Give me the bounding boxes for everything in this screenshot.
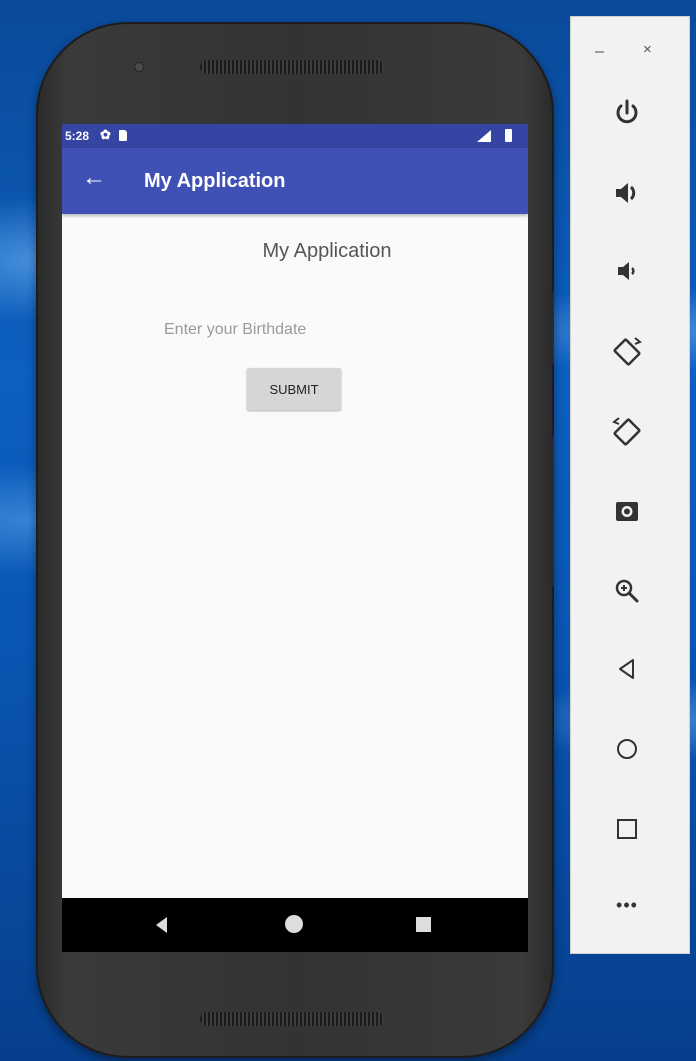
zoom-button[interactable] (599, 563, 655, 619)
back-arrow-icon[interactable]: ← (82, 166, 106, 190)
page-heading: My Application (262, 240, 392, 262)
power-side-button (548, 292, 554, 364)
app-bar: ← My Application (62, 148, 528, 214)
more-button[interactable]: ••• (599, 877, 655, 933)
emulator-toolbar: – × ••• (570, 16, 690, 954)
power-button[interactable] (599, 85, 655, 141)
nav-back-icon[interactable] (156, 917, 167, 933)
back-button[interactable] (599, 641, 655, 697)
status-time: 5:28 (65, 129, 90, 143)
nav-recents-icon[interactable] (416, 917, 431, 932)
volume-up-button[interactable] (599, 165, 655, 221)
main-content: My Application SUBMIT (62, 214, 528, 862)
device-screen: 5:28 ✿ ← My Application My Application S… (62, 124, 528, 952)
camera-icon (616, 502, 638, 521)
minimize-button[interactable]: – (595, 43, 604, 61)
top-speaker-grille (200, 60, 384, 74)
back-icon (619, 659, 634, 679)
volume-down-icon (618, 262, 635, 280)
rotate-left-icon (613, 337, 642, 366)
close-button[interactable]: × (643, 41, 652, 58)
volume-up-icon (616, 183, 636, 203)
app-bar-title: My Application (144, 170, 286, 192)
navigation-bar (62, 898, 528, 952)
volume-side-button (548, 436, 554, 586)
rotate-left-button[interactable] (599, 323, 655, 379)
settings-gear-icon: ✿ (100, 127, 111, 142)
home-button[interactable] (599, 721, 655, 777)
nav-home-icon[interactable] (285, 915, 303, 933)
sd-card-icon (119, 130, 127, 141)
bottom-speaker-grille (200, 1012, 384, 1026)
home-icon (617, 739, 637, 759)
birthdate-input[interactable] (164, 318, 424, 342)
status-bar: 5:28 ✿ (62, 124, 528, 148)
power-icon (616, 99, 638, 124)
volume-down-button[interactable] (599, 243, 655, 299)
front-camera (135, 63, 143, 71)
more-icon: ••• (616, 894, 638, 915)
overview-icon (617, 819, 637, 839)
zoom-icon (615, 579, 639, 603)
overview-button[interactable] (599, 801, 655, 857)
rotate-right-icon (612, 417, 641, 446)
rotate-right-button[interactable] (599, 403, 655, 459)
battery-icon (505, 129, 512, 142)
submit-button[interactable]: SUBMIT (247, 368, 341, 410)
screenshot-button[interactable] (599, 483, 655, 539)
signal-icon (477, 130, 491, 142)
